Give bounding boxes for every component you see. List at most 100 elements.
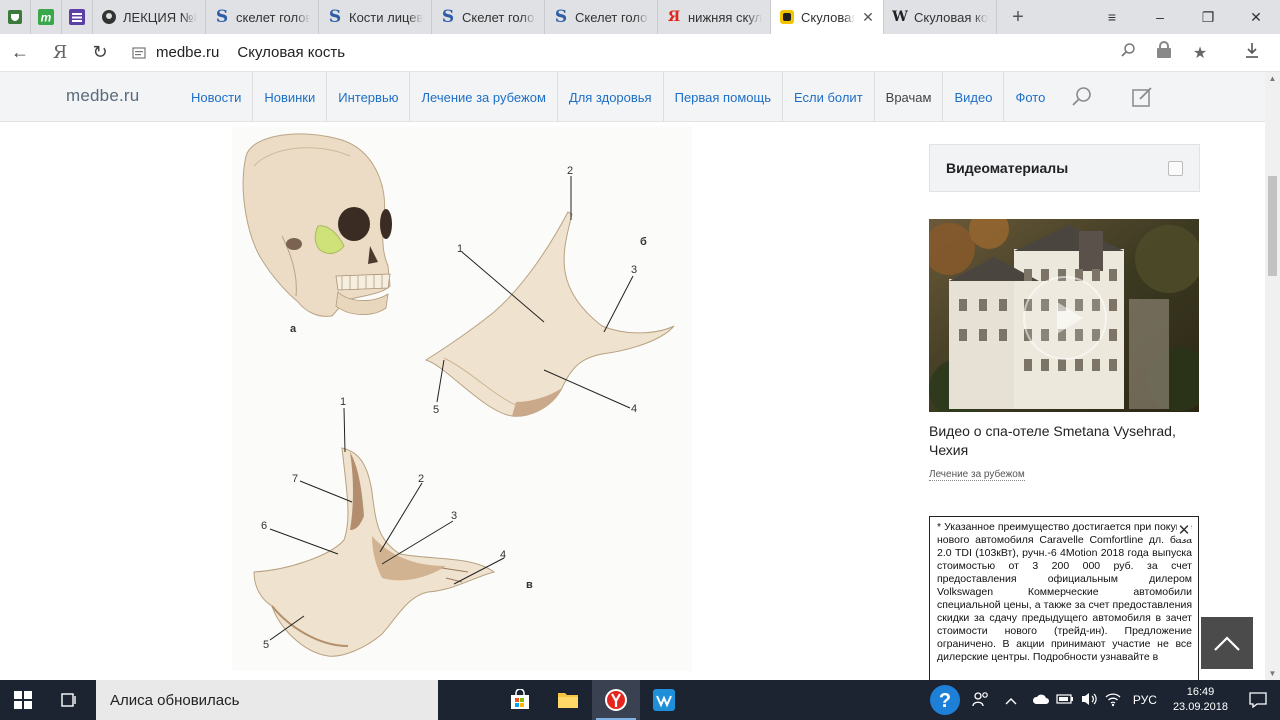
tab-yandex-search[interactable]: Я нижняя скул [658,0,771,34]
menu-icon[interactable]: ≡ [1088,9,1136,25]
taskbar-explorer-app[interactable] [544,680,592,720]
scrollbar-thumb[interactable] [1268,176,1277,276]
widget-toggle-icon[interactable] [1168,160,1183,176]
tab-facial-bones[interactable]: S Кости лицев [319,0,432,34]
figure-label-v2: 2 [418,473,424,485]
people-icon[interactable] [969,690,993,711]
yandex-logo-icon[interactable]: Я [40,42,80,63]
taskbar-wps-app[interactable] [640,680,688,720]
url-field[interactable]: medbe.ru Скуловая кость [128,38,1112,68]
zygomatic-bone-medial [253,447,496,657]
restore-icon[interactable]: ❐ [1184,9,1232,26]
wifi-icon[interactable] [1101,691,1125,710]
minimize-icon[interactable]: – [1136,9,1184,25]
battery-icon[interactable] [1053,693,1077,708]
back-arrow-icon[interactable]: ← [0,42,40,63]
search-key-icon[interactable] [1112,42,1144,63]
video-thumbnail[interactable] [929,219,1199,412]
tab-title: Скуловая [801,9,855,25]
nav-if-hurts[interactable]: Если болит [783,72,875,122]
tab-title: нижняя скул [688,9,762,25]
figure-label-v4: 4 [500,549,506,561]
task-view-button[interactable] [46,680,92,720]
tab-title: Скуловая ко [914,9,988,25]
taskbar-store-app[interactable] [496,680,544,720]
windows-taskbar: Алиса обновилась ? РУС 16:49 23.09.2018 [0,680,1280,720]
pinned-tab-3[interactable] [62,0,93,34]
tab-medbe-active[interactable]: Скуловая ✕ [771,0,884,34]
nav-interview[interactable]: Интервью [327,72,411,122]
pinned-tab-1[interactable] [0,0,31,34]
tab-title: скелет голов [236,9,310,25]
zygomatic-bone-illustration: а 2 б 1 3 4 5 1 7 2 3 4 6 5 в [242,133,675,657]
lock-icon[interactable] [1148,41,1180,64]
chevron-up-tray-icon[interactable] [993,693,1029,708]
chevron-up-icon [1214,636,1240,651]
nav-news[interactable]: Новости [180,72,254,122]
start-button[interactable] [0,680,46,720]
notifications-button[interactable] [1236,692,1280,708]
tab-lecture[interactable]: ЛЕКЦИЯ №8 [93,0,206,34]
close-icon[interactable]: ✕ [861,9,875,26]
task-view-icon [61,693,76,707]
s-favicon-icon: S [215,7,229,27]
page-scrollbar[interactable]: ▲ ▼ [1265,72,1280,680]
video-category-link[interactable]: Лечение за рубежом [929,469,1025,481]
nav-first-aid[interactable]: Первая помощь [664,72,783,122]
tab-title: Скелет голо [575,9,648,25]
tab-skeleton-1[interactable]: S скелет голов [206,0,319,34]
reload-icon[interactable]: ↻ [80,42,120,63]
close-window-icon[interactable]: ✕ [1232,9,1280,26]
tab-skeleton-2[interactable]: S Скелет голо [432,0,545,34]
skull-drawing [242,133,392,317]
advertisement-block[interactable]: * Указанное преимущество достигается при… [929,516,1199,680]
bookmark-star-icon[interactable]: ★ [1184,43,1216,63]
notification-icon [1249,692,1267,708]
taskbar-search-box[interactable]: Алиса обновилась [96,680,438,720]
site-logo[interactable]: medbe.ru [66,86,139,106]
system-clock[interactable]: 16:49 23.09.2018 [1165,685,1236,715]
nav-photo[interactable]: Фото [1004,72,1056,122]
video-title-link[interactable]: Видео о спа-отеле Smetana Vysehrad, Чехи… [929,422,1199,460]
download-icon[interactable] [1236,42,1268,63]
new-tab-button[interactable]: + [997,0,1039,34]
store-bag-icon [511,689,529,709]
scroll-to-top-button[interactable] [1201,617,1253,669]
tab-title: Скелет голо [462,9,535,25]
nav-video[interactable]: Видео [943,72,1005,122]
figure-label-b: б [640,236,647,248]
tab-skeleton-3[interactable]: S Скелет голо [545,0,658,34]
play-icon[interactable] [1021,274,1109,362]
clock-time: 16:49 [1186,686,1215,698]
nav-treatment-abroad[interactable]: Лечение за рубежом [410,72,558,122]
nav-doctors[interactable]: Врачам [875,72,944,122]
figure-label-b2: 2 [567,165,573,177]
s-favicon-icon: S [554,7,568,27]
figure-label-v7: 7 [292,473,298,485]
shield-favicon-icon [8,10,22,24]
svg-text:?: ? [939,690,951,712]
svg-text:m: m [41,11,52,25]
volume-icon[interactable] [1077,691,1101,710]
page-info-icon[interactable] [132,46,148,60]
s-favicon-icon: S [441,7,455,27]
scroll-down-icon[interactable]: ▼ [1265,669,1280,678]
list-favicon-icon [69,9,85,25]
figure-label-a: а [290,323,297,335]
nav-health[interactable]: Для здоровья [558,72,664,122]
m-favicon-icon: m [38,9,54,25]
system-tray: ? РУС 16:49 23.09.2018 [929,680,1280,720]
nav-novelties[interactable]: Новинки [253,72,328,122]
cloud-icon[interactable] [1029,692,1053,709]
ad-close-icon[interactable]: ✕ [1177,521,1191,539]
search-icon[interactable] [1069,84,1095,110]
browser-tab-strip: m ЛЕКЦИЯ №8 S скелет голов S Кости лицев… [0,0,1280,34]
tab-wikipedia[interactable]: W Скуловая ко [884,0,997,34]
language-indicator[interactable]: РУС [1125,693,1165,707]
scroll-up-icon[interactable]: ▲ [1265,74,1280,83]
pinned-tab-2[interactable]: m [31,0,62,34]
edit-icon[interactable] [1129,84,1155,110]
help-icon[interactable]: ? [929,684,961,716]
figure-label-v6: 6 [261,520,267,532]
taskbar-yandex-browser-app[interactable] [592,680,640,720]
